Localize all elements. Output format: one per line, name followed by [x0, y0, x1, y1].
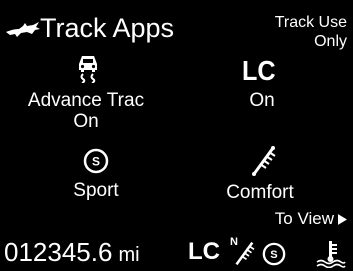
sport-steering-icon: S: [83, 148, 109, 174]
track-apps-screen: Track Apps Track Use Only Advance Trac O…: [0, 0, 353, 271]
coolant-temperature-icon: [316, 241, 346, 268]
app-steering-mode[interactable]: S Sport: [60, 148, 132, 204]
suspension-normal-indicator: N: [230, 236, 258, 266]
arrow-right-icon: [338, 213, 347, 225]
odometer: 012345.6 mi: [4, 237, 140, 267]
advance-trac-label: Advance Trac: [27, 90, 145, 111]
track-use-only-label: Only: [314, 33, 347, 50]
shock-absorber-icon: [252, 146, 276, 176]
app-suspension-mode[interactable]: Comfort: [215, 146, 305, 204]
advance-trac-status: On: [73, 111, 99, 132]
launch-control-indicator: LC: [188, 238, 220, 265]
launch-control-icon: LC: [242, 55, 276, 86]
mustang-pony-logo-icon: [6, 22, 40, 37]
odometer-value: 012345.6: [4, 237, 113, 267]
track-use-label: Track Use: [274, 14, 347, 31]
steering-indicator-letter: S: [270, 249, 277, 261]
app-advance-trac[interactable]: Advance Trac On: [20, 53, 152, 135]
steering-mode-letter: S: [92, 155, 100, 169]
traction-control-car-icon: [79, 56, 97, 83]
to-view-label: To View: [274, 209, 334, 228]
shock-absorber-icon: [235, 241, 255, 266]
app-launch-control[interactable]: LC On: [222, 53, 302, 115]
launch-control-status: On: [249, 90, 275, 111]
steering-mode-label: Sport: [73, 180, 119, 201]
odometer-unit: mi: [118, 244, 140, 266]
to-view-button[interactable]: To View: [275, 209, 347, 229]
suspension-mode-label: Comfort: [226, 182, 294, 203]
steering-mode-indicator-icon: S: [262, 242, 286, 266]
page-title: Track Apps: [40, 13, 175, 43]
